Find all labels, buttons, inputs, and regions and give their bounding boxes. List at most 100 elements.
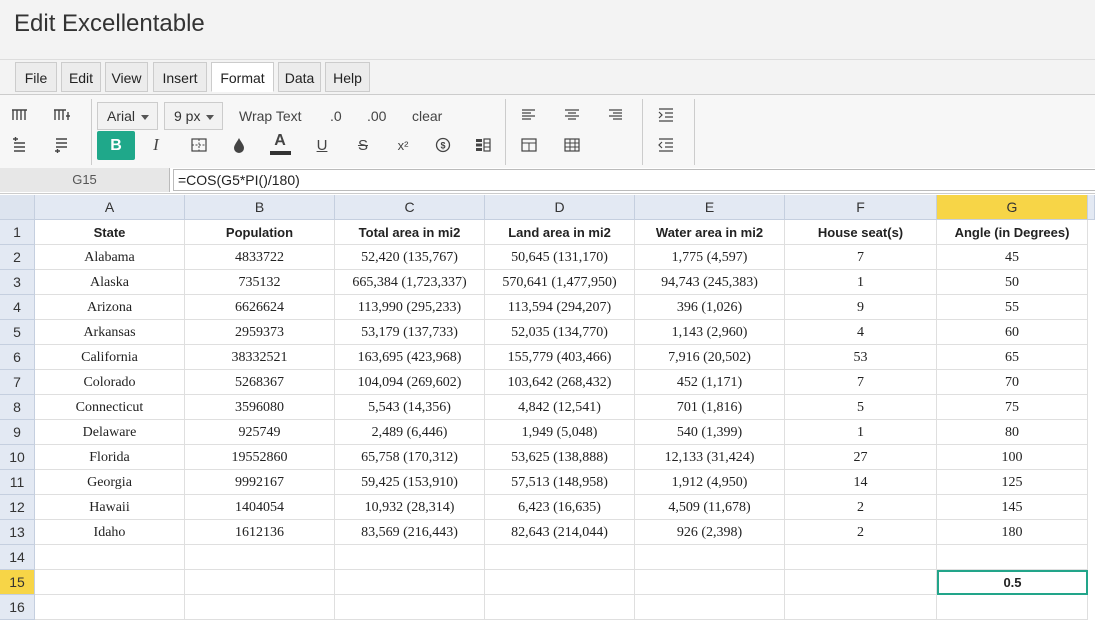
- cell-a13[interactable]: Idaho: [35, 520, 185, 545]
- cell-b3[interactable]: 735132: [185, 270, 335, 295]
- menu-file[interactable]: File: [15, 62, 57, 92]
- cell-d2[interactable]: 50,645 (131,170): [485, 245, 635, 270]
- cell-g6[interactable]: 65: [937, 345, 1088, 370]
- italic-button[interactable]: I: [141, 131, 171, 159]
- font-size-dropdown[interactable]: 9 px: [164, 102, 223, 130]
- insert-column-left-icon[interactable]: [5, 101, 35, 129]
- cell-d8[interactable]: 4,842 (12,541): [485, 395, 635, 420]
- cell-d1[interactable]: Land area in mi2: [485, 220, 635, 245]
- cell-e3[interactable]: 94,743 (245,383): [635, 270, 785, 295]
- cell-b16[interactable]: [185, 595, 335, 620]
- cell-e16[interactable]: [635, 595, 785, 620]
- menu-help[interactable]: Help: [325, 62, 370, 92]
- cell-g11[interactable]: 125: [937, 470, 1088, 495]
- insert-row-above-icon[interactable]: [5, 131, 35, 159]
- cell-b8[interactable]: 3596080: [185, 395, 335, 420]
- font-family-dropdown[interactable]: Arial: [97, 102, 158, 130]
- row-header-8[interactable]: 8: [0, 395, 35, 420]
- menu-data[interactable]: Data: [278, 62, 321, 92]
- column-header-d[interactable]: D: [485, 195, 635, 220]
- cell-d15[interactable]: [485, 570, 635, 595]
- row-header-10[interactable]: 10: [0, 445, 35, 470]
- cell-a6[interactable]: California: [35, 345, 185, 370]
- cell-f7[interactable]: 7: [785, 370, 937, 395]
- cell-e11[interactable]: 1,912 (4,950): [635, 470, 785, 495]
- cell-c10[interactable]: 65,758 (170,312): [335, 445, 485, 470]
- cell-e15[interactable]: [635, 570, 785, 595]
- cell-f13[interactable]: 2: [785, 520, 937, 545]
- cell-d13[interactable]: 82,643 (214,044): [485, 520, 635, 545]
- cell-e8[interactable]: 701 (1,816): [635, 395, 785, 420]
- cell-d10[interactable]: 53,625 (138,888): [485, 445, 635, 470]
- row-header-3[interactable]: 3: [0, 270, 35, 295]
- cell-f16[interactable]: [785, 595, 937, 620]
- decrease-decimal-button[interactable]: .0: [330, 102, 342, 130]
- formula-input[interactable]: =COS(G5*PI()/180): [173, 169, 1095, 191]
- column-header-e[interactable]: E: [635, 195, 785, 220]
- cell-b6[interactable]: 38332521: [185, 345, 335, 370]
- cell-b1[interactable]: Population: [185, 220, 335, 245]
- cell-f1[interactable]: House seat(s): [785, 220, 937, 245]
- row-header-11[interactable]: 11: [0, 470, 35, 495]
- column-header-f[interactable]: F: [785, 195, 937, 220]
- row-header-16[interactable]: 16: [0, 595, 35, 620]
- cell-c1[interactable]: Total area in mi2: [335, 220, 485, 245]
- cell-b12[interactable]: 1404054: [185, 495, 335, 520]
- cell-d12[interactable]: 6,423 (16,635): [485, 495, 635, 520]
- cell-g16[interactable]: [937, 595, 1088, 620]
- merge-cells-icon[interactable]: [514, 131, 544, 159]
- cell-f8[interactable]: 5: [785, 395, 937, 420]
- insert-column-right-icon[interactable]: [47, 101, 77, 129]
- cell-g15[interactable]: 0.5: [937, 570, 1088, 595]
- clear-format-button[interactable]: clear: [412, 102, 442, 130]
- cell-a7[interactable]: Colorado: [35, 370, 185, 395]
- cell-a4[interactable]: Arizona: [35, 295, 185, 320]
- row-header-6[interactable]: 6: [0, 345, 35, 370]
- indent-icon[interactable]: [651, 101, 681, 129]
- cell-f11[interactable]: 14: [785, 470, 937, 495]
- cell-c6[interactable]: 163,695 (423,968): [335, 345, 485, 370]
- cell-b4[interactable]: 6626624: [185, 295, 335, 320]
- font-color-button[interactable]: A: [265, 129, 295, 157]
- cell-b11[interactable]: 9992167: [185, 470, 335, 495]
- cell-f9[interactable]: 1: [785, 420, 937, 445]
- bold-button[interactable]: B: [97, 131, 135, 160]
- cell-e6[interactable]: 7,916 (20,502): [635, 345, 785, 370]
- insert-row-below-icon[interactable]: [47, 131, 77, 159]
- wrap-text-button[interactable]: Wrap Text: [239, 102, 302, 130]
- column-header-next[interactable]: [1088, 195, 1095, 220]
- row-header-9[interactable]: 9: [0, 420, 35, 445]
- cell-e10[interactable]: 12,133 (31,424): [635, 445, 785, 470]
- cell-a3[interactable]: Alaska: [35, 270, 185, 295]
- align-left-icon[interactable]: [514, 101, 544, 129]
- select-all-corner[interactable]: [0, 195, 35, 220]
- cell-d6[interactable]: 155,779 (403,466): [485, 345, 635, 370]
- cell-f14[interactable]: [785, 545, 937, 570]
- cell-d3[interactable]: 570,641 (1,477,950): [485, 270, 635, 295]
- fill-color-icon[interactable]: [224, 131, 254, 159]
- cell-c11[interactable]: 59,425 (153,910): [335, 470, 485, 495]
- row-header-5[interactable]: 5: [0, 320, 35, 345]
- cell-b2[interactable]: 4833722: [185, 245, 335, 270]
- cell-b5[interactable]: 2959373: [185, 320, 335, 345]
- cell-e13[interactable]: 926 (2,398): [635, 520, 785, 545]
- cell-g10[interactable]: 100: [937, 445, 1088, 470]
- cell-a16[interactable]: [35, 595, 185, 620]
- outdent-icon[interactable]: [651, 131, 681, 159]
- cell-b14[interactable]: [185, 545, 335, 570]
- cell-a9[interactable]: Delaware: [35, 420, 185, 445]
- cell-a10[interactable]: Florida: [35, 445, 185, 470]
- cell-a15[interactable]: [35, 570, 185, 595]
- cell-d16[interactable]: [485, 595, 635, 620]
- cell-reference-box[interactable]: G15: [0, 168, 170, 192]
- cell-a1[interactable]: State: [35, 220, 185, 245]
- cell-e2[interactable]: 1,775 (4,597): [635, 245, 785, 270]
- cell-a2[interactable]: Alabama: [35, 245, 185, 270]
- row-header-12[interactable]: 12: [0, 495, 35, 520]
- cell-b9[interactable]: 925749: [185, 420, 335, 445]
- cell-a11[interactable]: Georgia: [35, 470, 185, 495]
- row-header-1[interactable]: 1: [0, 220, 35, 245]
- align-center-icon[interactable]: [557, 101, 587, 129]
- table-grid-icon[interactable]: [557, 131, 587, 159]
- cell-f15[interactable]: [785, 570, 937, 595]
